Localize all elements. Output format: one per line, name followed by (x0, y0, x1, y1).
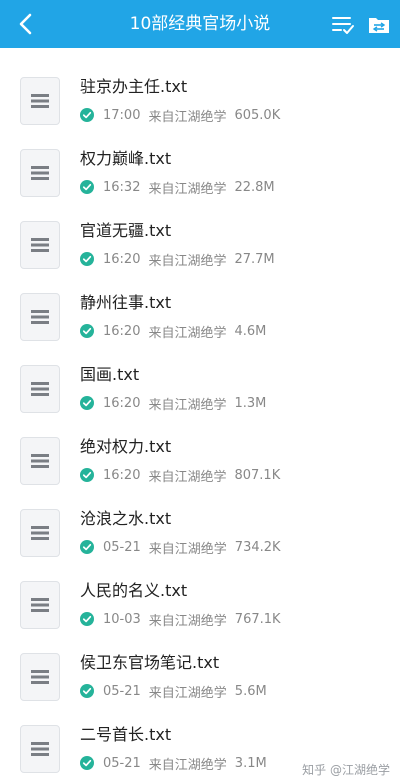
file-name: 沧浪之水.txt (80, 509, 172, 528)
downloaded-check-icon (80, 756, 94, 770)
list-check-icon (332, 17, 354, 34)
file-name: 侯卫东官场笔记.txt (80, 653, 220, 672)
file-list: 驻京办主任.txt 17:00 来自江湖绝学 605.0K 权力巅峰.txt 16:32 来… (0, 48, 400, 773)
document-icon (20, 293, 60, 341)
file-name: 人民的名义.txt (80, 581, 188, 600)
chevron-left-icon (19, 13, 32, 35)
file-name: 官道无疆.txt (80, 221, 172, 240)
document-icon (20, 725, 60, 773)
watermark: 知乎 @江湖绝学 (302, 763, 390, 777)
file-list-item[interactable]: 侯卫东官场笔记.txt 05-21 来自江湖绝学 5.6M (0, 624, 400, 701)
file-name: 权力巅峰.txt (80, 149, 172, 168)
back-button[interactable] (12, 10, 40, 38)
file-list-item[interactable]: 绝对权力.txt 16:20 来自江湖绝学 807.1K (0, 408, 400, 485)
file-list-item[interactable]: 驻京办主任.txt 17:00 来自江湖绝学 605.0K (0, 48, 400, 125)
file-list-item[interactable]: 静州往事.txt 16:20 来自江湖绝学 4.6M (0, 264, 400, 341)
file-list-item[interactable]: 官道无疆.txt 16:20 来自江湖绝学 27.7M (0, 192, 400, 269)
folder-swap-icon (369, 18, 389, 33)
file-time: 05-21 (103, 755, 141, 771)
move-folder-button[interactable] (366, 12, 392, 38)
multi-select-button[interactable] (330, 12, 356, 38)
file-source: 来自江湖绝学 (148, 757, 227, 773)
file-name: 国画.txt (80, 365, 140, 384)
file-name: 二号首长.txt (80, 725, 172, 744)
file-list-item[interactable]: 权力巅峰.txt 16:32 来自江湖绝学 22.8M (0, 120, 400, 197)
app-header: 10部经典官场小说 (0, 0, 400, 48)
file-name: 驻京办主任.txt (80, 77, 188, 96)
file-meta: 05-21 来自江湖绝学 3.1M (80, 754, 267, 773)
document-icon (20, 221, 60, 269)
file-list-item[interactable]: 二号首长.txt 05-21 来自江湖绝学 3.1M (0, 696, 400, 773)
file-list-item[interactable]: 国画.txt 16:20 来自江湖绝学 1.3M (0, 336, 400, 413)
document-icon (20, 509, 60, 557)
document-icon (20, 653, 60, 701)
file-name: 静州往事.txt (80, 293, 172, 312)
file-size: 3.1M (234, 755, 267, 771)
document-icon (20, 77, 60, 125)
file-list-item[interactable]: 沧浪之水.txt 05-21 来自江湖绝学 734.2K (0, 480, 400, 557)
page-title: 10部经典官场小说 (129, 14, 271, 34)
document-icon (20, 581, 60, 629)
document-icon (20, 437, 60, 485)
document-icon (20, 365, 60, 413)
file-list-item[interactable]: 人民的名义.txt 10-03 来自江湖绝学 767.1K (0, 552, 400, 629)
file-name: 绝对权力.txt (80, 437, 172, 456)
document-icon (20, 149, 60, 197)
